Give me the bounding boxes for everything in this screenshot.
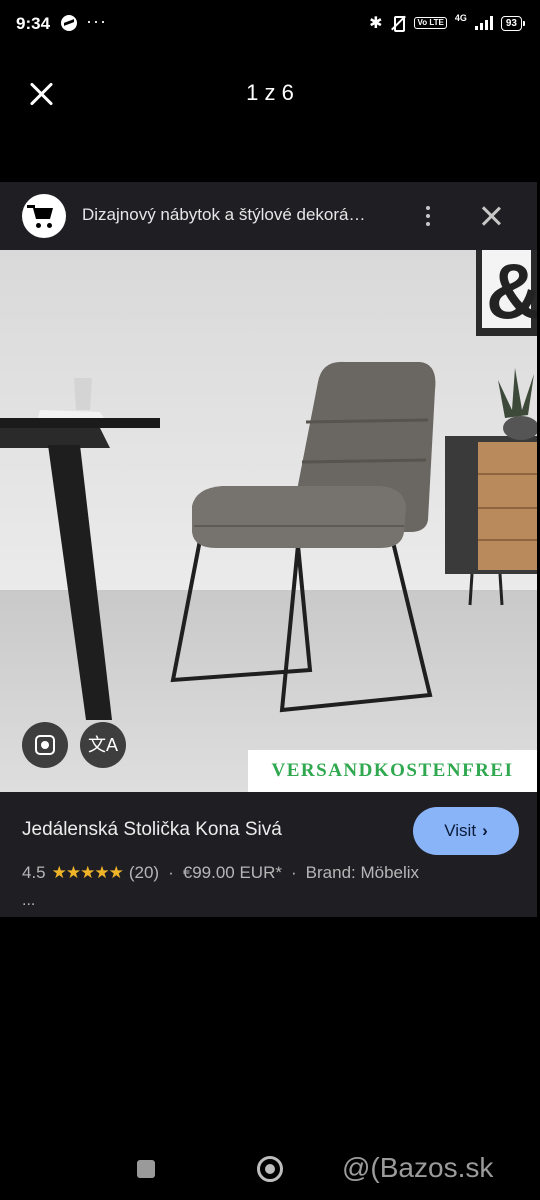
more-notifications-icon: ··· — [86, 11, 107, 31]
card-header: Dizajnový nábytok a štýlové dekorá… — [0, 182, 537, 250]
result-card: Dizajnový nábytok a štýlové dekorá… & 文A… — [0, 182, 537, 917]
lens-search-button[interactable] — [22, 722, 68, 768]
review-count: (20) — [128, 863, 160, 882]
vibrate-off-icon — [390, 15, 406, 32]
status-time: 9:34 — [16, 14, 51, 33]
system-nav-bar: @(Bazos.sk — [0, 1140, 540, 1200]
image-watermark: VERSANDKOSTENFREI — [248, 750, 537, 792]
price: €99.00 EUR* — [182, 863, 282, 882]
source-title[interactable]: Dizajnový nábytok a štýlové dekorá… — [82, 205, 365, 225]
separator-dot: · — [168, 863, 174, 882]
site-logo[interactable] — [22, 194, 66, 238]
more-options-icon[interactable] — [420, 204, 436, 228]
recents-button-icon[interactable] — [137, 1160, 155, 1178]
close-card-icon[interactable] — [478, 202, 506, 230]
site-watermark: @(Bazos.sk — [342, 1152, 494, 1183]
image-counter: 1 z 6 — [246, 80, 294, 105]
product-meta: 4.5 ★★★★★ (20) · €99.00 EUR* · Brand: Mö… — [22, 863, 419, 883]
bluetooth-icon: ✱ — [369, 15, 383, 32]
brand: Brand: Möbelix — [305, 863, 420, 882]
home-button-icon[interactable] — [257, 1156, 283, 1182]
separator-dot: · — [290, 863, 297, 882]
cart-wheel — [36, 223, 41, 228]
rating-value: 4.5 — [22, 863, 46, 882]
visit-button[interactable]: Visit › — [413, 807, 519, 855]
cart-icon — [33, 208, 53, 219]
translate-button[interactable]: 文A — [80, 722, 126, 768]
status-bar: 9:34 ··· ✱ Vo LTE 4G 93 — [0, 0, 540, 50]
status-icons: ✱ Vo LTE 4G 93 — [369, 13, 526, 33]
lens-icon-dot — [41, 741, 49, 749]
messenger-icon — [61, 15, 77, 31]
cart-wheel — [47, 223, 52, 228]
volte-icon: Vo LTE — [414, 17, 447, 29]
rating-stars-icon: ★★★★★ — [51, 863, 124, 882]
svg-text:&: & — [486, 250, 537, 335]
product-image[interactable]: & 文A VERSANDKOSTENFREI — [0, 250, 537, 792]
cart-handle-shape — [27, 205, 35, 208]
more-details: ... — [22, 892, 36, 909]
chair-photo-illustration: & — [0, 250, 537, 792]
battery-icon: 93 — [500, 15, 526, 31]
chevron-right-icon: › — [482, 821, 488, 840]
network-type: 4G — [454, 13, 467, 23]
signal-icon — [474, 16, 493, 30]
visit-label: Visit — [444, 821, 477, 840]
product-title[interactable]: Jedálenská Stolička Kona Sivá — [22, 819, 282, 841]
